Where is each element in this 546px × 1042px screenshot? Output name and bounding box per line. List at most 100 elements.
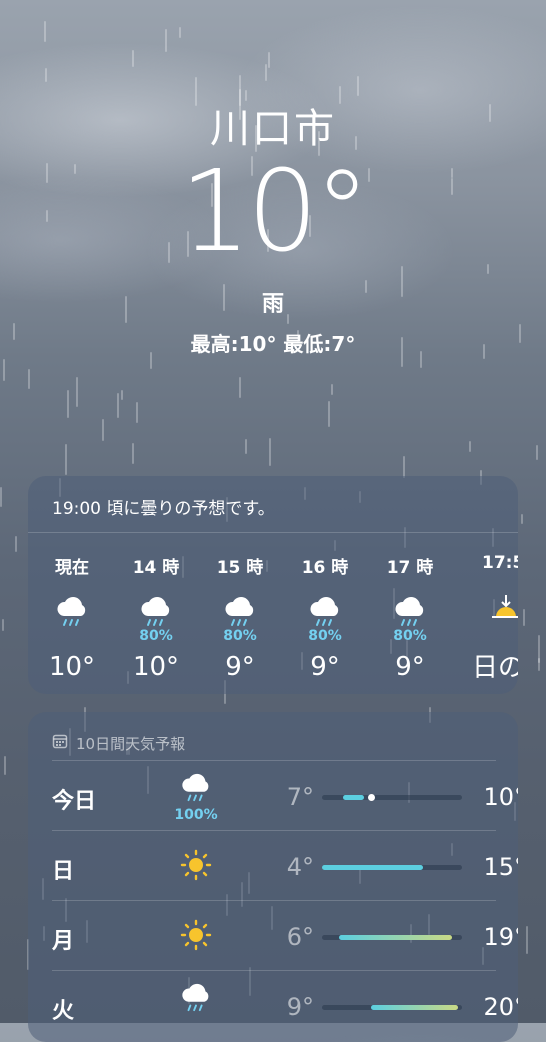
low-temperature: 7° xyxy=(286,783,314,811)
precip-chance xyxy=(458,623,518,641)
precip-chance: 100% xyxy=(174,807,218,823)
hour-temperature: 9° xyxy=(395,652,425,682)
rain-streak xyxy=(268,52,270,68)
temperature-range-bar xyxy=(322,1005,462,1010)
rain-streak xyxy=(328,401,330,427)
rain-streak xyxy=(357,76,359,96)
precip-chance: 80% xyxy=(223,628,257,644)
hour-label: 14 時 xyxy=(132,558,180,578)
hourly-forecast-card[interactable]: 19:00 頃に曇りの予想です。 現在 10° 14 時 80% 10° 15 … xyxy=(28,476,518,694)
rain-streak xyxy=(67,390,69,418)
rain-streak xyxy=(523,609,525,626)
hour-label: 16 時 xyxy=(301,558,349,578)
low-temperature: 9° xyxy=(286,993,314,1021)
hour-temperature: 10° xyxy=(132,652,180,682)
precip-chance: 80% xyxy=(308,628,342,644)
hour-item: 17 時 80% 9° xyxy=(370,553,450,682)
low-temperature: 6° xyxy=(286,923,314,951)
ten-day-forecast-card[interactable]: 10日間天気予報 今日 100% 7° 10° 日 4° 15° 月 6° 19… xyxy=(28,712,518,1042)
temperature-range-bar xyxy=(322,794,462,801)
hour-item: 現在 10° xyxy=(32,553,112,682)
ten-day-header: 10日間天気予報 xyxy=(28,712,518,760)
range-fill xyxy=(371,1005,458,1010)
rain-cloud-icon: 100% xyxy=(170,771,222,823)
rain-streak xyxy=(132,443,134,464)
rain-streak xyxy=(102,419,104,441)
day-row[interactable]: 月 6° 19° xyxy=(52,900,518,971)
rain-streak xyxy=(265,64,267,81)
high-temperature: 19° xyxy=(483,923,518,951)
current-temp-dot xyxy=(368,794,375,801)
rain-streak xyxy=(538,658,540,671)
rain-streak xyxy=(331,384,333,395)
rain-cloud-icon xyxy=(32,584,112,628)
rain-streak xyxy=(403,456,405,478)
rain-streak xyxy=(239,377,241,398)
hour-item: 14 時 80% 10° xyxy=(116,553,196,682)
hour-item: 16 時 80% 9° xyxy=(285,553,365,682)
rain-streak xyxy=(117,393,119,418)
sunset-icon xyxy=(458,579,518,623)
hour-temperature: 9° xyxy=(310,652,340,682)
sun-icon xyxy=(170,919,222,955)
rain-streak xyxy=(2,619,4,631)
sun-icon xyxy=(170,849,222,885)
condition-text: 雨 xyxy=(261,292,284,317)
current-temperature: 10° xyxy=(179,147,371,277)
hour-temperature: 日の xyxy=(472,653,518,683)
ten-day-title: 10日間天気予報 xyxy=(76,734,186,753)
day-label: 日 xyxy=(52,859,75,884)
day-label: 今日 xyxy=(52,789,97,814)
range-fill xyxy=(322,865,423,870)
calendar-icon xyxy=(52,733,68,753)
hour-temperature: 9° xyxy=(225,652,255,682)
rain-streak xyxy=(269,438,271,466)
hour-item: 15 時 80% 9° xyxy=(200,553,280,682)
rain-streak xyxy=(28,369,30,389)
range-fill xyxy=(338,935,453,940)
precip-chance: 80% xyxy=(139,628,173,644)
rain-streak xyxy=(4,756,6,775)
rain-streak xyxy=(3,359,5,381)
day-row[interactable]: 火 9° 20° xyxy=(52,970,518,1041)
rain-streak xyxy=(526,926,528,954)
hour-label: 15 時 xyxy=(216,558,264,578)
rain-cloud-icon xyxy=(285,584,365,628)
day-row[interactable]: 今日 100% 7° 10° xyxy=(52,760,518,831)
rain-cloud-icon xyxy=(170,981,222,1017)
rain-streak xyxy=(15,536,17,552)
rain-streak xyxy=(469,441,471,452)
rain-streak xyxy=(179,27,181,38)
high-low-text: 最高:10° 最低:7° xyxy=(190,332,356,356)
rain-cloud-icon xyxy=(200,584,280,628)
rain-streak xyxy=(76,377,78,407)
rain-streak xyxy=(536,445,538,460)
temperature-range-bar xyxy=(322,935,462,940)
rain-streak xyxy=(65,444,67,475)
hour-temperature: 10° xyxy=(48,652,96,682)
high-temperature: 20° xyxy=(483,993,518,1021)
hour-item: 17:5 日の xyxy=(458,553,518,684)
hour-label: 現在 xyxy=(55,558,89,578)
precip-chance xyxy=(32,628,112,646)
hour-label: 17:5 xyxy=(482,553,518,573)
rain-streak xyxy=(136,402,138,423)
rain-streak xyxy=(538,635,540,663)
rain-streak xyxy=(121,390,123,400)
rain-cloud-icon xyxy=(370,584,450,628)
hourly-scroll[interactable]: 現在 10° 14 時 80% 10° 15 時 80% 9° 16 時 80%… xyxy=(28,533,518,683)
precip-chance: 80% xyxy=(393,628,427,644)
rain-streak xyxy=(0,487,2,507)
rain-streak xyxy=(165,29,167,52)
low-temperature: 4° xyxy=(286,853,314,881)
hour-label: 17 時 xyxy=(386,558,434,578)
temperature-range-bar xyxy=(322,865,462,870)
rain-streak xyxy=(45,68,47,82)
day-row[interactable]: 日 4° 15° xyxy=(52,830,518,901)
rain-streak xyxy=(521,514,523,524)
current-weather: 川口市 10° 雨 最高:10° 最低:7° xyxy=(0,96,546,357)
city-name: 川口市 xyxy=(210,106,336,152)
day-label: 火 xyxy=(52,999,75,1024)
hourly-summary: 19:00 頃に曇りの予想です。 xyxy=(28,476,518,533)
high-temperature: 10° xyxy=(483,783,518,811)
